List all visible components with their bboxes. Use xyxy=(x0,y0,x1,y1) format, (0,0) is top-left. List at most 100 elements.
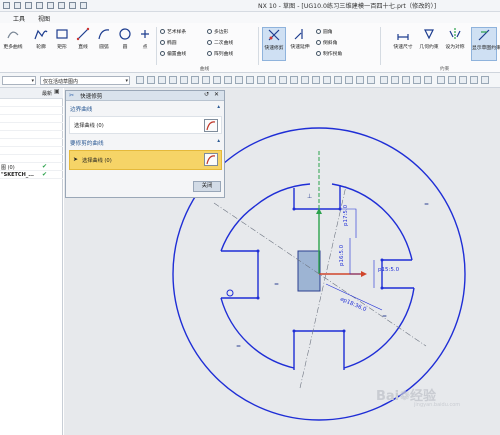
snap-icon[interactable] xyxy=(290,76,298,84)
constraint-marker-icon[interactable] xyxy=(226,289,234,297)
snap-icon[interactable] xyxy=(202,76,210,84)
list-item[interactable]: 图 (0) ✔ xyxy=(0,163,63,171)
selection-scope-dropdown[interactable]: 仅在活动草图内 ▾ xyxy=(40,76,130,85)
render-style-icon[interactable] xyxy=(470,76,478,84)
line-button[interactable]: 直线 xyxy=(74,27,92,55)
more-curves-button[interactable]: 更多曲线 xyxy=(2,27,24,55)
arc-button[interactable]: 圆弧 xyxy=(95,27,113,55)
redo-icon[interactable] xyxy=(36,2,43,9)
inner-arc[interactable] xyxy=(254,183,311,207)
select-tool-icon[interactable] xyxy=(158,76,166,84)
reset-icon[interactable]: ↺ xyxy=(204,91,209,98)
right-slot[interactable] xyxy=(381,259,414,289)
inner-arc[interactable] xyxy=(220,205,256,252)
collapse-icon[interactable]: ▴ xyxy=(217,104,220,110)
menu-tools[interactable]: 工具 xyxy=(13,14,25,23)
snap-icon[interactable] xyxy=(235,76,243,84)
boundary-curves-header[interactable]: 边界曲线 ▴ xyxy=(68,104,222,114)
show-sketch-constraints-button[interactable]: 显示草图约束 xyxy=(471,27,500,61)
offset-curve-button[interactable]: 偏置曲线 xyxy=(160,50,186,57)
column-menu-icon[interactable]: ▣ xyxy=(54,88,60,95)
bottom-slot[interactable] xyxy=(293,330,345,370)
save-icon[interactable] xyxy=(14,2,21,9)
ellipse-button[interactable]: 椭圆 xyxy=(160,39,177,46)
list-item[interactable] xyxy=(0,115,63,123)
make-symmetric-button[interactable]: 设为对称 xyxy=(444,27,466,55)
view-icon[interactable] xyxy=(380,76,388,84)
select-tool-icon[interactable] xyxy=(180,76,188,84)
close-button[interactable]: 关闭 xyxy=(193,181,221,192)
inner-arc[interactable] xyxy=(220,297,295,369)
snap-icon[interactable] xyxy=(312,76,320,84)
render-style-icon[interactable] xyxy=(437,76,445,84)
chamfer-button[interactable]: 倒斜角 xyxy=(316,39,337,46)
view-icon[interactable] xyxy=(413,76,421,84)
snap-icon[interactable] xyxy=(301,76,309,84)
snap-icon[interactable] xyxy=(257,76,265,84)
snap-icon[interactable] xyxy=(367,76,375,84)
close-icon[interactable]: ✕ xyxy=(214,91,219,98)
inner-arc[interactable] xyxy=(343,287,415,369)
dimension-label[interactable]: p17:5.0 xyxy=(343,204,349,226)
list-item[interactable] xyxy=(0,107,63,115)
select-tool-icon[interactable] xyxy=(169,76,177,84)
snap-icon[interactable] xyxy=(356,76,364,84)
curves-to-trim-header[interactable]: 要修剪的曲线 ▴ xyxy=(68,138,222,148)
quick-extend-button[interactable]: 快速延伸 xyxy=(289,27,311,55)
geometric-constraints-button[interactable]: 几何约束 xyxy=(418,27,440,55)
fillet-button[interactable]: 圆角 xyxy=(316,28,333,35)
polygon-button[interactable]: 多边形 xyxy=(207,28,228,35)
equal-constraint-icon[interactable]: = xyxy=(424,201,429,208)
snap-icon[interactable] xyxy=(224,76,232,84)
snap-icon[interactable] xyxy=(213,76,221,84)
snap-icon[interactable] xyxy=(268,76,276,84)
dimension-label[interactable]: p15:5.0 xyxy=(378,267,400,273)
rapid-dimension-button[interactable]: 快速尺寸 xyxy=(392,27,414,55)
list-item[interactable] xyxy=(0,139,63,147)
view-icon[interactable] xyxy=(391,76,399,84)
circle-button[interactable]: 圆 xyxy=(116,27,134,55)
snap-icon[interactable] xyxy=(279,76,287,84)
pattern-curve-button[interactable]: 阵列曲线 xyxy=(207,50,233,57)
snap-icon[interactable] xyxy=(191,76,199,84)
profile-button[interactable]: 轮廓 xyxy=(32,27,50,55)
equal-constraint-icon[interactable]: = xyxy=(274,281,279,288)
list-item[interactable] xyxy=(0,147,63,155)
snap-icon[interactable] xyxy=(334,76,342,84)
dimension-label[interactable]: p16:5.0 xyxy=(339,244,345,266)
filter-dropdown[interactable]: ▾ xyxy=(2,76,36,85)
copy-icon[interactable] xyxy=(58,2,65,9)
point-button[interactable]: 点 xyxy=(136,27,154,55)
list-item[interactable] xyxy=(0,131,63,139)
quick-trim-button[interactable]: 快速修剪 xyxy=(262,27,286,61)
paste-icon[interactable] xyxy=(69,2,76,9)
curve-select-icon[interactable] xyxy=(204,119,218,132)
snap-icon[interactable] xyxy=(345,76,353,84)
render-style-icon[interactable] xyxy=(481,76,489,84)
view-icon[interactable] xyxy=(402,76,410,84)
equal-constraint-icon[interactable]: = xyxy=(382,313,387,320)
top-slot[interactable] xyxy=(293,185,341,210)
select-tool-icon[interactable] xyxy=(136,76,144,84)
left-slot[interactable] xyxy=(221,250,259,299)
curve-select-icon[interactable] xyxy=(204,153,218,166)
make-corner-button[interactable]: 制作拐角 xyxy=(316,50,342,57)
studio-spline-button[interactable]: 艺术样条 xyxy=(160,28,186,35)
list-item[interactable] xyxy=(0,155,63,163)
undo-icon[interactable] xyxy=(25,2,32,9)
curves-to-trim-select[interactable]: ➤ 选择曲线 (0) xyxy=(69,150,222,170)
list-item[interactable]: "SKETCH_... ✔ xyxy=(0,171,63,179)
snap-icon[interactable] xyxy=(246,76,254,84)
render-style-icon[interactable] xyxy=(448,76,456,84)
list-item[interactable] xyxy=(0,123,63,131)
collapse-icon[interactable]: ▴ xyxy=(217,138,220,144)
snap-icon[interactable] xyxy=(323,76,331,84)
boundary-curves-select[interactable]: 选择曲线 (0) xyxy=(69,116,222,134)
select-tool-icon[interactable] xyxy=(147,76,155,84)
center-square[interactable] xyxy=(297,250,321,292)
diameter-label[interactable]: ⌀p18:36.0 xyxy=(339,296,367,313)
dialog-titlebar[interactable]: ✂ 快速修剪 ↺ ✕ xyxy=(66,91,224,101)
render-style-icon[interactable] xyxy=(459,76,467,84)
rectangle-button[interactable]: 矩形 xyxy=(53,27,71,55)
view-icon[interactable] xyxy=(424,76,432,84)
